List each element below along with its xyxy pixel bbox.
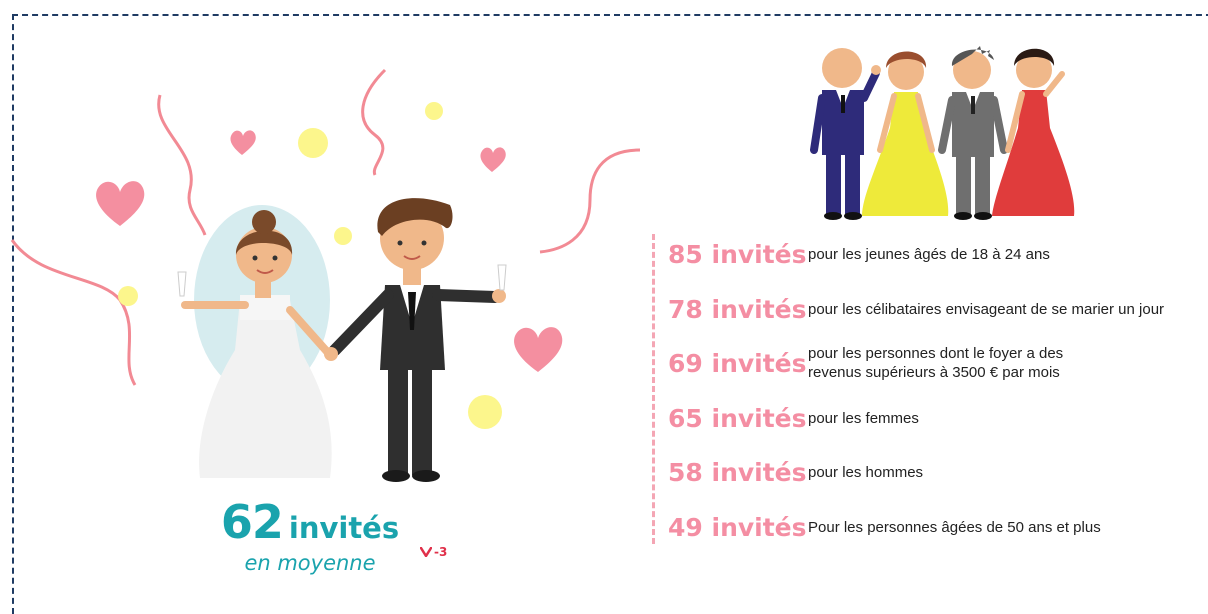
- stat-description: pour les jeunes âgés de 18 à 24 ans: [808, 245, 1050, 263]
- average-value-line: 62 invités: [180, 495, 440, 549]
- stat-row: 69 invités pour les personnes dont le fo…: [668, 343, 1098, 383]
- stat-value: 78 invités: [668, 294, 807, 324]
- average-unit: invités: [288, 511, 400, 545]
- stat-value: 49 invités: [668, 512, 807, 542]
- stat-description: pour les célibataires envisageant de se …: [808, 300, 1165, 318]
- down-chevron-icon: [420, 547, 432, 557]
- delta-badge: -3: [420, 545, 447, 559]
- stat-row: 65 invités pour les femmes: [668, 398, 919, 438]
- stat-description: pour les hommes: [808, 463, 924, 481]
- wedding-couple-illustration: [177, 198, 507, 482]
- stat-row: 85 invités pour les jeunes âgés de 18 à …: [668, 234, 1050, 274]
- average-number: 62: [220, 495, 284, 549]
- average-subtitle: en moyenne: [244, 551, 376, 575]
- stat-description: pour les femmes: [808, 409, 919, 427]
- stat-row: 78 invités pour les célibataires envisag…: [668, 289, 1164, 329]
- wedding-guests-illustration: [810, 46, 1075, 220]
- stat-description: pour les personnes dont le foyer a des r…: [808, 345, 1064, 381]
- stats-list: 85 invités pour les jeunes âgés de 18 à …: [652, 232, 1208, 544]
- stat-value: 65 invités: [668, 403, 807, 433]
- stat-row: 49 invités Pour les personnes âgées de 5…: [668, 507, 1101, 547]
- stat-value: 85 invités: [668, 239, 807, 269]
- stat-description: Pour les personnes âgées de 50 ans et pl…: [808, 518, 1101, 536]
- stats-divider: [652, 234, 655, 544]
- stat-value: 69 invités: [668, 348, 807, 378]
- delta-value: -3: [434, 545, 448, 559]
- stat-row: 58 invités pour les hommes: [668, 452, 923, 492]
- stat-value: 58 invités: [668, 457, 807, 487]
- average-summary: 62 invités en moyenne: [180, 495, 440, 575]
